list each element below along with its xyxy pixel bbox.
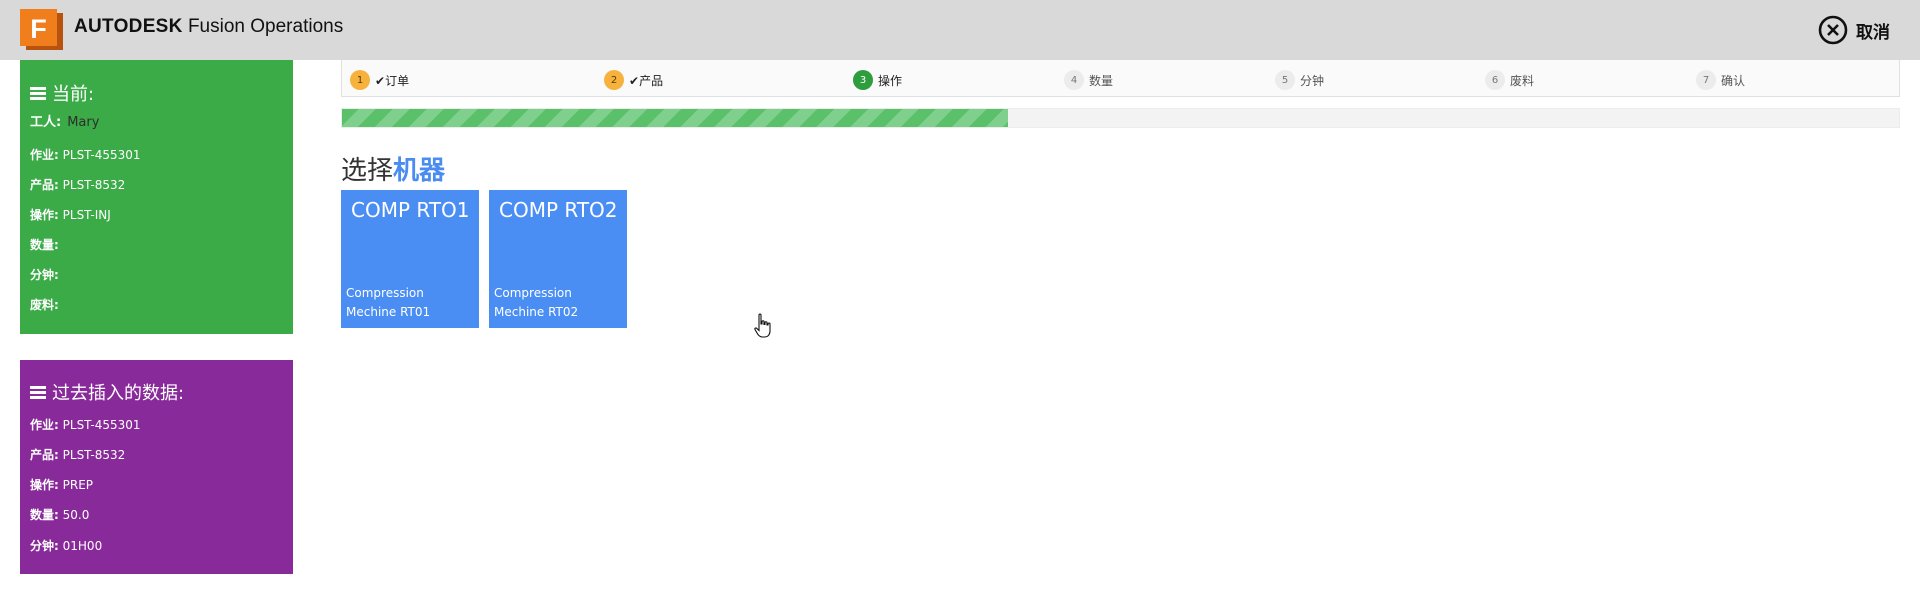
past-panel-title: 过去插入的数据: <box>30 379 184 405</box>
current-row: 产品: PLST-8532 <box>30 176 125 193</box>
past-row: 产品: PLST-8532 <box>30 446 125 463</box>
product-name: Fusion Operations <box>187 16 344 37</box>
page-title-prefix: 选择 <box>341 156 394 186</box>
step-scrap: 6 废料 <box>1485 70 1534 90</box>
past-data-panel: 过去插入的数据: 作业: PLST-455301 产品: PLST-8532 操… <box>20 360 293 574</box>
past-row: 作业: PLST-455301 <box>30 416 141 433</box>
current-row: 数量: <box>30 236 59 253</box>
top-bar: F AUTODESK Fusion Operations 取消 <box>0 0 1920 60</box>
past-row: 数量: 50.0 <box>30 506 89 523</box>
current-panel-title: 当前: <box>30 80 94 106</box>
current-row: 操作: PLST-INJ <box>30 206 111 223</box>
step-operation[interactable]: 3 操作 <box>853 70 902 90</box>
row-label: 操作: <box>30 478 59 492</box>
machine-tile[interactable]: COMP RTO2 Compression Mechine RT02 <box>489 190 627 328</box>
worker-row: 工人: Mary <box>30 111 99 130</box>
row-value: PLST-455301 <box>62 418 141 432</box>
check-icon: ✔ <box>629 73 640 88</box>
row-label: 废料: <box>30 298 59 312</box>
page-title: 选择机器 <box>341 150 445 187</box>
machine-code: COMP RTO2 <box>499 198 618 222</box>
check-icon: ✔ <box>375 73 386 88</box>
step-confirm: 7 确认 <box>1696 70 1745 90</box>
step-product[interactable]: 2 ✔产品 <box>604 70 663 90</box>
cancel-label: 取消 <box>1856 22 1890 43</box>
row-value: 01H00 <box>62 539 103 553</box>
row-label: 产品: <box>30 178 59 192</box>
step-label-text: 订单 <box>385 73 410 88</box>
current-panel-title-text: 当前: <box>52 84 95 105</box>
row-value: PLST-8532 <box>62 448 126 462</box>
step-quantity: 4 数量 <box>1064 70 1113 90</box>
current-row: 废料: <box>30 296 59 313</box>
row-label: 作业: <box>30 148 59 162</box>
row-value: PLST-455301 <box>62 148 141 162</box>
row-label: 作业: <box>30 418 59 432</box>
row-label: 分钟: <box>30 539 59 553</box>
step-label-text: 分钟 <box>1300 73 1325 88</box>
close-circle-icon <box>1818 15 1848 45</box>
machine-description: Compression Mechine RT02 <box>494 286 579 319</box>
wizard-stepper: 1 ✔订单 2 ✔产品 3 操作 4 数量 5 分钟 6 废料 7 确认 <box>341 60 1900 97</box>
step-label-text: 产品 <box>639 73 664 88</box>
row-value: PLST-INJ <box>62 208 111 222</box>
step-minutes: 5 分钟 <box>1275 70 1324 90</box>
hand-cursor-icon <box>754 313 771 338</box>
machine-tile[interactable]: COMP RTO1 Compression Mechine RT01 <box>341 190 479 328</box>
current-row: 作业: PLST-455301 <box>30 146 141 163</box>
step-order[interactable]: 1 ✔订单 <box>350 70 409 90</box>
menu-icon <box>30 385 46 399</box>
row-value: PREP <box>62 478 94 492</box>
progress-bar <box>341 108 1900 128</box>
machine-code: COMP RTO1 <box>351 198 470 222</box>
worker-label: 工人: <box>30 115 62 130</box>
progress-fill <box>342 109 1009 127</box>
past-row: 分钟: 01H00 <box>30 537 102 554</box>
row-label: 操作: <box>30 208 59 222</box>
svg-text:F: F <box>30 14 47 44</box>
step-label: ✔产品 <box>629 72 663 89</box>
row-value: 50.0 <box>62 508 90 522</box>
page-title-accent: 机器 <box>393 156 446 186</box>
step-number: 1 <box>350 70 370 90</box>
current-row: 分钟: <box>30 266 59 283</box>
worker-value: Mary <box>67 115 100 130</box>
row-label: 分钟: <box>30 268 59 282</box>
step-number: 3 <box>853 70 873 90</box>
brand-name: AUTODESK <box>74 16 183 37</box>
row-value: PLST-8532 <box>62 178 126 192</box>
step-label-text: 数量 <box>1089 73 1114 88</box>
fusion-logo-icon: F <box>20 9 63 50</box>
step-label-text: 废料 <box>1510 73 1535 88</box>
step-number: 4 <box>1064 70 1084 90</box>
row-label: 数量: <box>30 238 59 252</box>
past-row: 操作: PREP <box>30 476 93 493</box>
row-label: 产品: <box>30 448 59 462</box>
step-label-text: 操作 <box>878 73 903 88</box>
current-info-panel: 当前: 工人: Mary 作业: PLST-455301 产品: PLST-853… <box>20 60 293 334</box>
step-label-text: 确认 <box>1721 73 1746 88</box>
app-title: AUTODESK Fusion Operations <box>74 16 343 38</box>
step-number: 7 <box>1696 70 1716 90</box>
step-number: 2 <box>604 70 624 90</box>
past-panel-title-text: 过去插入的数据: <box>52 383 185 404</box>
step-label: ✔订单 <box>375 72 409 89</box>
row-label: 数量: <box>30 508 59 522</box>
menu-icon <box>30 86 46 100</box>
cancel-button[interactable]: 取消 <box>1818 15 1890 45</box>
step-number: 5 <box>1275 70 1295 90</box>
step-number: 6 <box>1485 70 1505 90</box>
machine-description: Compression Mechine RT01 <box>346 286 431 319</box>
